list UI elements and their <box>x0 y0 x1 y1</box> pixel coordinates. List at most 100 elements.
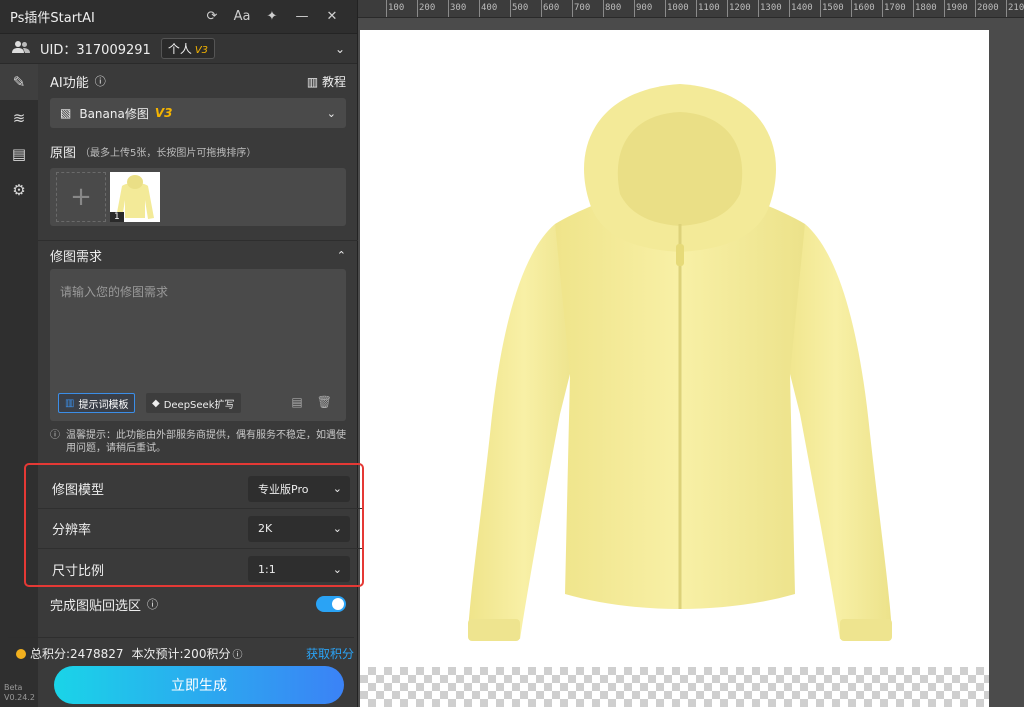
document-canvas[interactable] <box>360 30 989 707</box>
ruler-label: 2000 <box>977 3 999 13</box>
ruler-label: 500 <box>512 3 529 13</box>
history-icon[interactable]: ▤ <box>291 395 302 409</box>
ai-function-header: AI功能 ⓘ ▥ 教程 <box>38 64 358 98</box>
ruler-tick <box>634 0 635 17</box>
setting-label: 分辨率 <box>52 523 92 538</box>
get-points-link[interactable]: 获取积分 <box>306 645 354 662</box>
edit-icon[interactable]: ✎ <box>0 64 38 100</box>
info-icon: ⓘ <box>50 430 60 441</box>
ruler-label: 1600 <box>853 3 875 13</box>
paste-back-label: 完成图贴回选区 <box>50 598 142 614</box>
aspect-ratio-select[interactable]: 1:1 ⌄ <box>248 556 350 582</box>
ruler-label: 1100 <box>698 3 720 13</box>
book-icon: ▥ <box>65 397 75 409</box>
jacket-image <box>468 84 892 641</box>
image-icon: ▧ <box>60 106 72 120</box>
ruler-label: 1400 <box>791 3 813 13</box>
ruler-tick <box>851 0 852 17</box>
chevron-down-icon[interactable]: ⌄ <box>335 42 345 56</box>
horizontal-ruler: 100 200 300 400 500 600 700 800 900 1000 1100 1200 1… <box>358 0 1024 18</box>
setting-label: 修图模型 <box>52 483 105 498</box>
tutorial-link[interactable]: ▥ 教程 <box>307 73 346 90</box>
ruler-tick <box>386 0 387 17</box>
users-icon <box>12 39 30 58</box>
ruler-label: 100 <box>388 3 405 13</box>
thumbnail-index: 1 <box>110 212 124 222</box>
document-workspace <box>358 18 1024 707</box>
ruler-tick <box>882 0 883 17</box>
original-image-hint: （最多上传5张，长按图片可拖拽排序） <box>80 147 257 159</box>
user-bar[interactable]: UID：317009291 个人 V3 ⌄ <box>0 34 357 64</box>
chevron-down-icon: ⌄ <box>326 106 336 120</box>
info-icon[interactable]: ⓘ <box>147 596 158 612</box>
ruler-label: 1000 <box>667 3 689 13</box>
ruler-tick <box>789 0 790 17</box>
whale-icon: ◆ <box>152 397 160 409</box>
pin-icon[interactable]: ✦ <box>257 9 287 24</box>
original-image-label: 原图 <box>50 145 77 161</box>
ruler-label: 700 <box>574 3 591 13</box>
request-placeholder: 请输入您的修图需求 <box>60 285 169 299</box>
close-icon[interactable]: ✕ <box>317 9 347 24</box>
ruler-tick <box>727 0 728 17</box>
paste-back-toggle[interactable] <box>316 596 346 612</box>
ruler-label: 1200 <box>729 3 751 13</box>
ruler-tick <box>603 0 604 17</box>
book-icon: ▥ <box>306 74 322 89</box>
estimated-points: 本次预计:200积分 <box>131 647 231 661</box>
panel-content: AI功能 ⓘ ▥ 教程 ▧ Banana修图 V3 ⌄ 原图 （最多上传5张，长… <box>8 64 364 707</box>
refresh-icon[interactable]: ⟳ <box>197 9 227 24</box>
chevron-down-icon: ⌄ <box>332 562 342 576</box>
version-label: Beta V0.24.2 <box>4 683 35 702</box>
ruler-tick <box>1006 0 1007 17</box>
ruler-label: 600 <box>543 3 560 13</box>
ruler-tick <box>913 0 914 17</box>
ruler-tick <box>541 0 542 17</box>
add-image-button[interactable]: + <box>56 172 106 222</box>
ai-function-value: Banana修图 <box>79 106 149 121</box>
ruler-tick <box>944 0 945 17</box>
generate-button[interactable]: 立即生成 <box>54 666 344 704</box>
ruler-tick <box>820 0 821 17</box>
request-label: 修图需求 <box>50 250 103 265</box>
ruler-label: 800 <box>605 3 622 13</box>
font-size-button[interactable]: Aa <box>227 9 257 24</box>
version-tag: V3 <box>154 106 173 120</box>
request-header[interactable]: 修图需求 ⌃ <box>38 240 358 266</box>
total-points: 总积分:2478827 <box>30 647 124 661</box>
image-upload-area: + 1 <box>50 168 346 226</box>
trash-icon[interactable]: 🗑 <box>317 395 332 409</box>
ai-function-label: AI功能 <box>50 75 89 91</box>
chevron-up-icon[interactable]: ⌃ <box>337 249 346 262</box>
ruler-label: 1700 <box>884 3 906 13</box>
setting-resolution: 分辨率 2K ⌄ <box>26 509 362 549</box>
photoshop-window: 100 200 300 400 500 600 700 800 900 1000 1100 1200 1… <box>0 0 1024 707</box>
ruler-label: 1900 <box>946 3 968 13</box>
ai-function-select[interactable]: ▧ Banana修图 V3 ⌄ <box>50 98 346 128</box>
info-icon[interactable]: ⓘ <box>95 73 106 89</box>
startai-plugin-panel: Ps插件StartAI ⟳ Aa ✦ — ✕ UID：317009291 个人 V… <box>0 0 364 707</box>
setting-label: 尺寸比例 <box>52 563 105 579</box>
notes-icon[interactable]: ▤ <box>0 136 38 172</box>
ruler-label: 2100 <box>1008 3 1024 13</box>
panel-titlebar: Ps插件StartAI ⟳ Aa ✦ — ✕ <box>0 0 357 34</box>
panel-sidebar: ✎ ≋ ▤ ⚙ Beta V0.24.2 <box>0 64 38 707</box>
deepseek-expand-button[interactable]: ◆ DeepSeek扩写 <box>146 393 241 413</box>
model-settings-highlight: 修图模型 专业版Pro ⌄ 分辨率 2K ⌄ 尺寸比例 1:1 ⌄ <box>24 463 364 587</box>
ruler-tick <box>758 0 759 17</box>
info-icon[interactable]: ⓘ <box>232 646 242 661</box>
tip-text: 温馨提示：此功能由外部服务商提供，偶有服务不稳定，如遇使用问题，请稍后重试。 <box>66 430 346 454</box>
prompt-template-button[interactable]: ▥ 提示词模板 <box>58 393 136 413</box>
model-select[interactable]: 专业版Pro ⌄ <box>248 475 350 502</box>
layers-icon[interactable]: ≋ <box>0 100 38 136</box>
image-thumbnail[interactable]: 1 <box>110 172 160 222</box>
ruler-tick <box>417 0 418 17</box>
request-textarea[interactable]: 请输入您的修图需求 ▥ 提示词模板 ◆ DeepSeek扩写 ▤ 🗑 <box>50 269 346 421</box>
minimize-icon[interactable]: — <box>287 9 317 24</box>
ruler-label: 400 <box>481 3 498 13</box>
ruler-tick <box>665 0 666 17</box>
setting-aspect-ratio: 尺寸比例 1:1 ⌄ <box>26 549 362 589</box>
gear-icon[interactable]: ⚙ <box>0 172 38 208</box>
resolution-select[interactable]: 2K ⌄ <box>248 515 350 542</box>
ruler-label: 300 <box>450 3 467 13</box>
